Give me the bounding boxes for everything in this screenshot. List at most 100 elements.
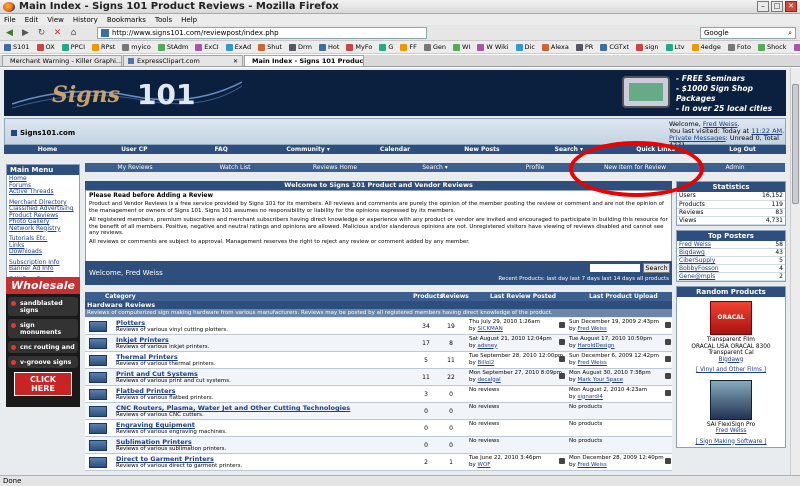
subnav-item[interactable]: Watch List [185,164,285,171]
bookmark-item[interactable]: Ltv [665,43,685,51]
stop-icon[interactable]: ✕ [51,26,64,39]
bookmark-item[interactable]: Dic [515,43,535,51]
category-link[interactable]: CNC Routers, Plasma, Water Jet and Other… [116,404,350,412]
bookmark-item[interactable]: RPst [92,43,115,51]
mainnav-item[interactable]: Home [4,146,91,153]
bookmark-item[interactable]: ExCI [195,43,219,51]
goto-post-icon[interactable] [559,458,565,464]
subnav-item[interactable]: My Reviews [85,164,185,171]
goto-post-icon[interactable] [559,339,565,345]
last-review-user[interactable]: WOF [478,462,491,468]
product-category-link[interactable]: [ Sign Making Software ] [696,439,767,445]
goto-product-icon[interactable] [665,322,671,328]
last-review-user[interactable]: SICKMAN [478,326,503,332]
last-upload-user[interactable]: signardi4 [578,394,603,400]
bookmark-item[interactable]: Gen [423,43,446,51]
goto-product-icon[interactable] [665,373,671,379]
bookmark-item[interactable]: PR [575,43,593,51]
poster-link[interactable]: BobbyFosson [679,265,719,272]
maximize-icon[interactable]: □ [771,1,783,12]
back-icon[interactable]: ◀ [3,26,16,39]
goto-product-icon[interactable] [665,458,671,464]
bookmark-item[interactable]: 4edge [691,43,721,51]
category-link[interactable]: Print and Cut Systems [116,370,198,378]
last-review-user[interactable]: decalgal [478,377,501,383]
site-name[interactable]: Signs101.com [11,129,75,137]
last-upload-user[interactable]: Fred Weiss [578,326,607,332]
category-link[interactable]: Plotters [116,319,145,327]
reload-icon[interactable]: ↻ [35,26,48,39]
menu-view[interactable]: View [47,16,64,24]
scrollbar-thumb[interactable] [792,84,799,204]
home-icon[interactable]: ⌂ [67,26,80,39]
product-category-link[interactable]: [ Vinyl and Other Films ] [696,367,766,373]
goto-product-icon[interactable] [665,339,671,345]
mainnav-item[interactable]: User CP [91,146,178,153]
category-link[interactable]: Inkjet Printers [116,336,169,344]
goto-post-icon[interactable] [559,373,565,379]
bookmark-item[interactable]: Alexa [541,43,569,51]
menu-help[interactable]: Help [181,16,197,24]
product-user-link[interactable]: Fred Weiss [716,428,747,434]
product-image[interactable]: ORACAL [710,301,752,335]
subnav-item[interactable]: Search ▾ [385,164,485,171]
last-review-user[interactable]: Billol2 [478,360,495,366]
wholesale-ad[interactable]: Wholesale sandblasted signs sign monumen… [6,277,80,407]
reviews-search-input[interactable] [590,264,640,272]
last-upload-user[interactable]: Mark Your Space [578,377,624,383]
bookmark-item[interactable]: Hot [318,43,339,51]
bookmark-item[interactable]: sign [636,43,659,51]
poster-link[interactable]: CiberSupply [679,257,715,264]
product-user-link[interactable]: Bigdawg [719,357,744,363]
category-link[interactable]: Direct to Garment Printers [116,455,214,463]
bookmark-item[interactable]: Drm [289,43,312,51]
search-icon[interactable]: ⌕ [788,29,792,38]
bookmark-item[interactable]: WI [453,43,470,51]
goto-post-icon[interactable] [559,356,565,362]
poster-link[interactable]: Fred Weiss [679,241,711,248]
bookmark-item[interactable]: Shut [258,43,282,51]
mainnav-item[interactable]: Log Out [699,146,786,153]
bookmark-item[interactable]: ExAd [225,43,251,51]
menu-edit[interactable]: Edit [25,16,39,24]
ad-click-here-button[interactable]: CLICK HERE [14,372,72,396]
goto-product-icon[interactable] [665,356,671,362]
promo-ad[interactable]: - FREE Seminars - $1000 Sign Shop Packag… [616,70,786,116]
last-upload-user[interactable]: Fred Weiss [578,360,607,366]
last-upload-user[interactable]: Fred Weiss [578,462,607,468]
tab-main-index[interactable]: Main Index - Signs 101 Produc...✕ [244,55,364,66]
vertical-scrollbar[interactable] [790,68,800,475]
bookmark-item[interactable]: PPCI [61,43,85,51]
mainnav-item[interactable]: Calendar [352,146,439,153]
minimize-icon[interactable]: – [757,1,769,12]
goto-product-icon[interactable] [665,390,671,396]
tab-merchant-warning[interactable]: Merchant Warning - Killer Graphi...✕ [2,55,122,66]
tab-expressclipart[interactable]: ExpressClipart.com ✕ [123,55,243,66]
close-icon[interactable]: ✕ [785,1,797,12]
menu-file[interactable]: File [4,16,16,24]
bookmark-item[interactable]: OX [36,43,55,51]
category-link[interactable]: Engraving Equipment [116,421,195,429]
search-box[interactable]: Google ⌕ [700,27,796,39]
category-link[interactable]: Thermal Printers [116,353,178,361]
recent-products-links[interactable]: Recent Products: last day last 7 days la… [498,276,669,282]
menu-history[interactable]: History [73,16,98,24]
subnav-item[interactable]: Reviews Home [285,164,385,171]
bookmark-item[interactable]: StAdm [157,43,188,51]
bookmark-item[interactable]: W Wiki [477,43,509,51]
bookmark-item[interactable]: MyFo [346,43,372,51]
tab-close-icon[interactable]: ✕ [233,58,238,65]
bookmark-item[interactable]: S101 [4,43,30,51]
bookmark-item[interactable]: NFL [793,43,800,51]
signs101-logo[interactable]: Signs 101 [12,74,242,112]
bookmark-item[interactable]: CGTxt [600,43,629,51]
menu-tools[interactable]: Tools [155,16,172,24]
category-link[interactable]: Flatbed Printers [116,387,176,395]
mainnav-item[interactable]: Community ▾ [265,146,352,153]
goto-post-icon[interactable] [559,322,565,328]
menu-bookmarks[interactable]: Bookmarks [107,16,146,24]
reviews-search-button[interactable]: Search [643,263,670,273]
mainnav-item[interactable]: FAQ [178,146,265,153]
last-upload-user[interactable]: HaroldDesign [578,343,615,349]
poster-link[interactable]: Bigdawg [679,249,705,256]
